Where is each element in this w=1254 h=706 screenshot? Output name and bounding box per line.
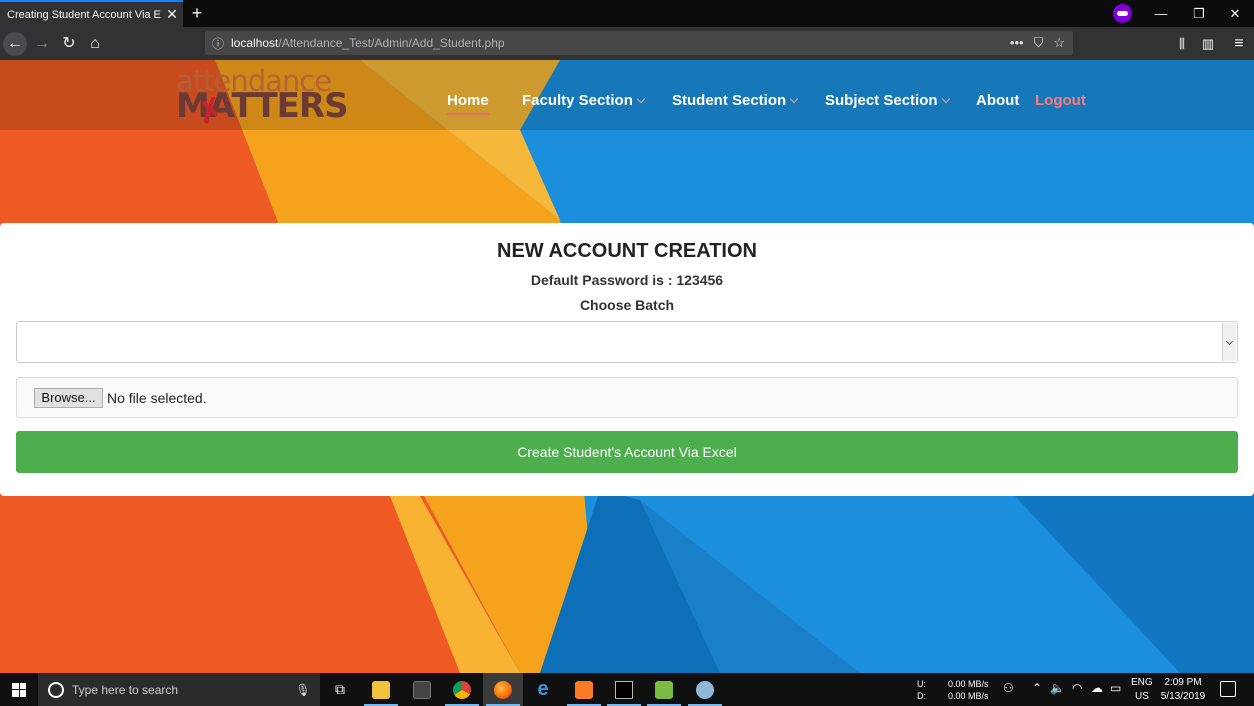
taskbar-clock[interactable]: 2:09 PM 5/13/2019 xyxy=(1152,676,1214,704)
edge-icon[interactable]: e xyxy=(523,673,563,706)
nav-about[interactable]: About xyxy=(976,92,1019,109)
window-restore-button[interactable]: ❐ xyxy=(1180,0,1218,27)
choose-batch-label: Choose Batch xyxy=(579,297,675,313)
chrome-icon[interactable] xyxy=(442,673,482,706)
new-tab-button[interactable]: + xyxy=(186,2,208,24)
nav-faculty-section[interactable]: Faculty Section xyxy=(522,92,646,109)
create-account-button[interactable]: Create Student's Account Via Excel xyxy=(16,431,1238,473)
editor-icon[interactable] xyxy=(644,673,684,706)
net-down-label: D: xyxy=(917,691,926,701)
cortana-icon xyxy=(48,681,64,698)
nav-home[interactable]: Home xyxy=(447,92,489,115)
select-arrow-icon[interactable] xyxy=(1222,323,1236,361)
net-up-speed: 0.00 MB/s xyxy=(948,679,989,689)
app-icon[interactable] xyxy=(685,673,725,706)
browse-button[interactable]: Browse... xyxy=(34,388,103,408)
default-password-text: Default Password is : 123456 xyxy=(530,272,724,288)
microphone-icon[interactable]: 🎙 xyxy=(294,683,312,697)
firefox-icon[interactable] xyxy=(483,673,523,706)
nav-logout[interactable]: Logout xyxy=(1035,92,1086,109)
private-browsing-icon xyxy=(1113,4,1132,23)
nav-subject-section[interactable]: Subject Section xyxy=(825,92,950,109)
net-up-label: U: xyxy=(917,679,926,689)
url-bar[interactable]: ⓘ localhost/Attendance_Test/Admin/Add_St… xyxy=(205,31,1073,55)
notification-icon[interactable] xyxy=(1220,681,1236,697)
file-status-text: No file selected. xyxy=(107,390,207,406)
battery-icon[interactable]: ▭ xyxy=(1110,681,1121,695)
pocket-icon[interactable]: ⛉ xyxy=(1034,35,1044,51)
chevron-down-icon xyxy=(789,94,799,104)
home-icon[interactable]: ⌂ xyxy=(83,32,107,56)
app-game-icon[interactable] xyxy=(402,673,442,706)
site-info-icon[interactable]: ⓘ xyxy=(205,35,231,52)
bookmark-star-icon[interactable]: ☆ xyxy=(1053,35,1065,51)
start-button[interactable] xyxy=(0,673,38,706)
file-input: Browse... No file selected. xyxy=(16,377,1238,418)
account-creation-card: NEW ACCOUNT CREATION Default Password is… xyxy=(0,223,1254,496)
terminal-icon[interactable] xyxy=(604,673,644,706)
chevron-down-icon xyxy=(636,94,646,104)
batch-select[interactable] xyxy=(16,321,1238,363)
browser-tab[interactable]: Creating Student Account Via Excel ✕ xyxy=(0,0,183,27)
browser-nav-bar: ← → ↻ ⌂ ⓘ localhost/Attendance_Test/Admi… xyxy=(0,27,1254,60)
clock-time: 2:09 PM xyxy=(1164,677,1202,688)
xampp-icon[interactable] xyxy=(564,673,604,706)
windows-logo-icon xyxy=(12,682,26,697)
reload-icon[interactable]: ↻ xyxy=(57,32,81,56)
browser-tab-bar: Creating Student Account Via Excel ✕ + —… xyxy=(0,0,1254,27)
language-code[interactable]: ENG xyxy=(1131,677,1153,688)
net-down-speed: 0.00 MB/s xyxy=(948,691,989,701)
back-arrow-icon[interactable]: ← xyxy=(3,32,27,56)
url-text: localhost/Attendance_Test/Admin/Add_Stud… xyxy=(231,36,505,50)
tab-close-icon[interactable]: ✕ xyxy=(161,6,183,23)
wifi-icon[interactable]: ◠ xyxy=(1072,681,1082,695)
web-page: attendance MATTERS ✗ Home Faculty Sectio… xyxy=(0,60,1254,673)
tab-title: Creating Student Account Via Excel xyxy=(7,8,161,21)
chevron-up-icon[interactable]: ⌃ xyxy=(1032,681,1042,695)
site-header: attendance MATTERS ✗ Home Faculty Sectio… xyxy=(0,60,1254,131)
clock-date: 5/13/2019 xyxy=(1160,691,1206,702)
form-title: NEW ACCOUNT CREATION xyxy=(497,240,757,262)
file-explorer-icon[interactable] xyxy=(361,673,401,706)
window-close-button[interactable]: ✕ xyxy=(1216,0,1254,27)
volume-icon[interactable]: 🔈 xyxy=(1050,681,1065,695)
forward-arrow-icon[interactable]: → xyxy=(30,32,54,56)
nav-student-section[interactable]: Student Section xyxy=(672,92,799,109)
search-placeholder: Type here to search xyxy=(72,682,179,697)
library-icon[interactable]: ⫼ xyxy=(1170,32,1194,56)
sidebar-icon[interactable]: ▥ xyxy=(1196,32,1220,56)
people-icon[interactable]: ⚇ xyxy=(1003,681,1014,695)
windows-taskbar: Type here to search 🎙 ⧉ e U: D: 0.00 MB/… xyxy=(0,673,1254,706)
window-minimize-button[interactable]: — xyxy=(1142,0,1180,27)
menu-hamburger-icon[interactable]: ≡ xyxy=(1227,32,1251,56)
chevron-down-icon xyxy=(941,94,950,104)
taskbar-search[interactable]: Type here to search 🎙 xyxy=(38,673,320,706)
page-actions-icon[interactable]: ••• xyxy=(1010,35,1024,51)
site-logo[interactable]: attendance MATTERS ✗ xyxy=(176,64,349,131)
task-view-icon[interactable]: ⧉ xyxy=(320,673,360,706)
region-code[interactable]: US xyxy=(1135,691,1149,702)
onedrive-icon[interactable]: ☁ xyxy=(1091,681,1103,695)
